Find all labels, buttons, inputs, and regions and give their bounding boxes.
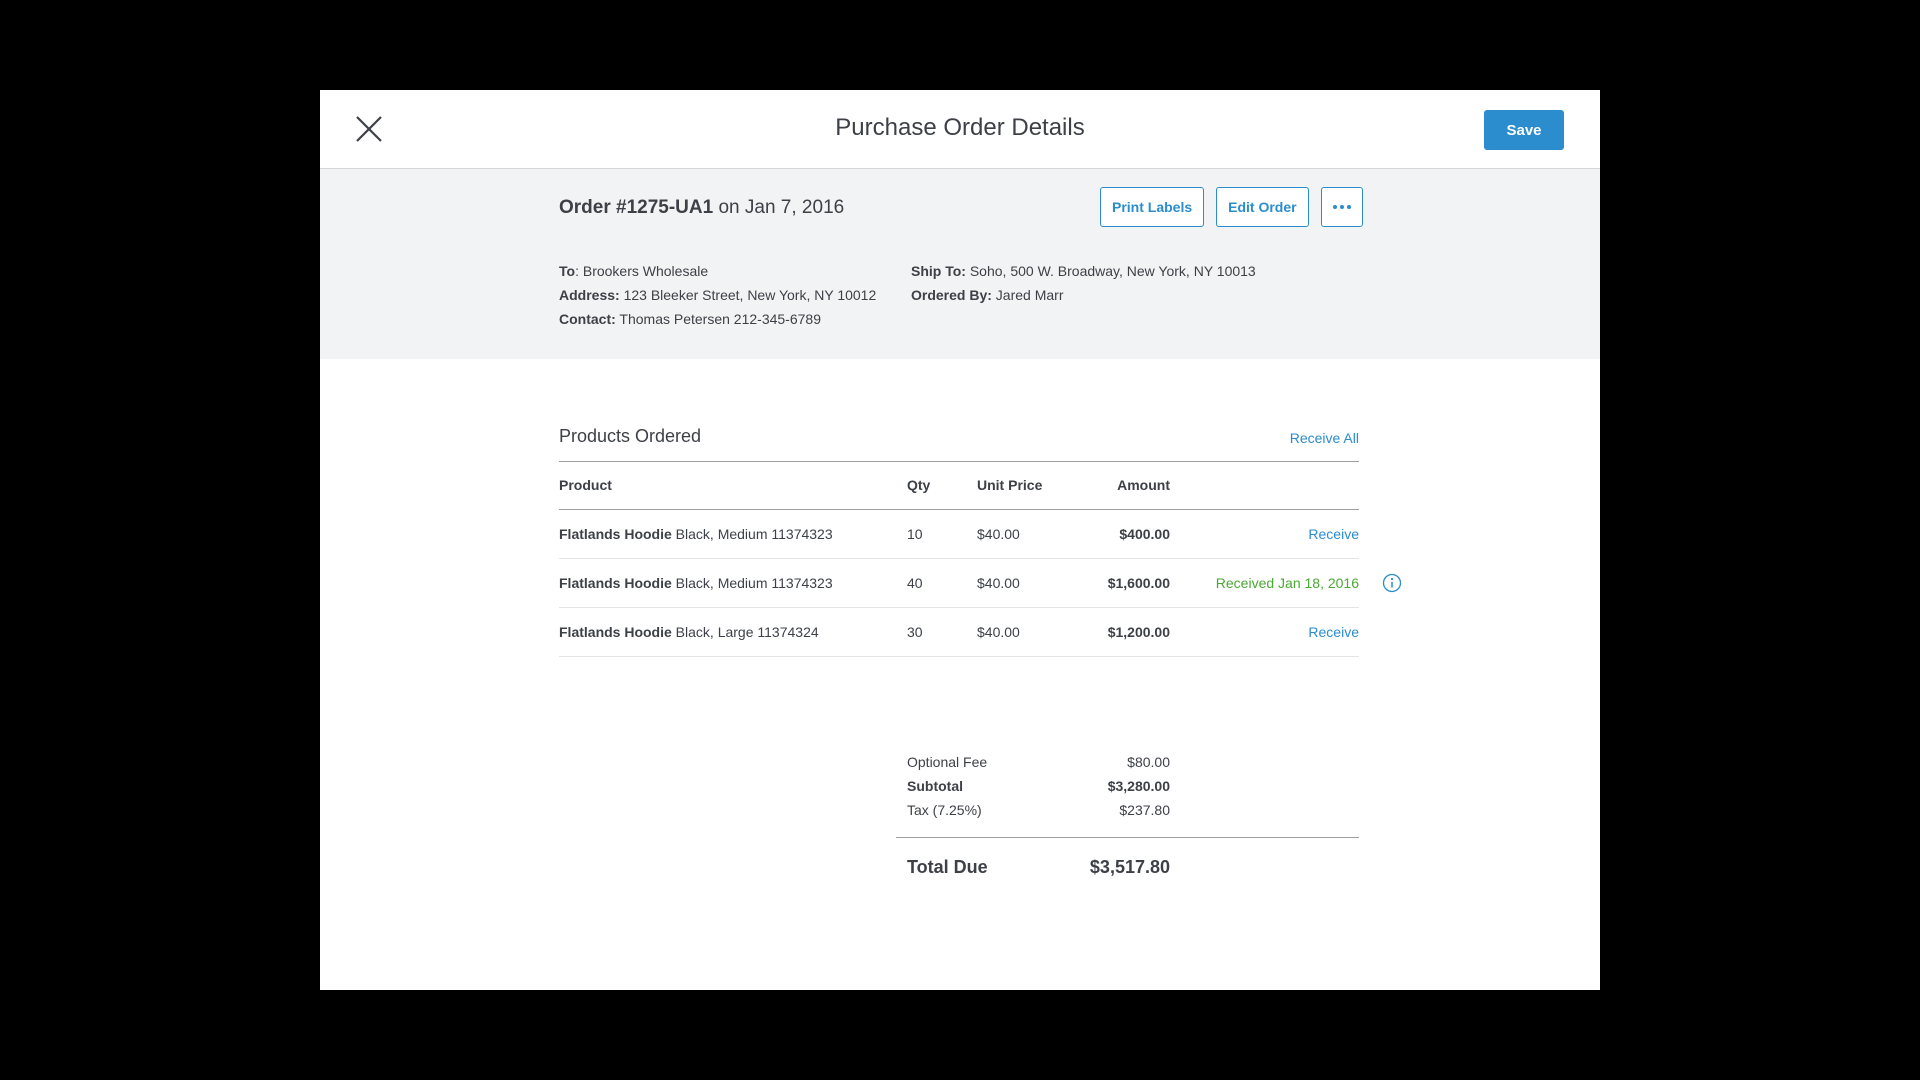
qty-cell: 10	[907, 526, 923, 542]
products-ordered-section: Products Ordered Receive All Product Qty…	[559, 418, 1402, 657]
receive-all-link[interactable]: Receive All	[1290, 430, 1359, 446]
print-labels-button[interactable]: Print Labels	[1100, 187, 1205, 227]
close-button[interactable]	[352, 112, 386, 146]
purchase-order-modal: Purchase Order Details Save Order #1275-…	[320, 90, 1600, 990]
table-row: Flatlands Hoodie Black, Medium 11374323 …	[559, 510, 1359, 559]
shipping-details: Ship To: Soho, 500 W. Broadway, New York…	[911, 259, 1256, 307]
page-title: Purchase Order Details	[835, 114, 1085, 141]
detail-to: To: Brookers Wholesale	[559, 263, 709, 279]
optional-fee-line: Optional Fee $80.00	[907, 754, 1170, 770]
table-row: Flatlands Hoodie Black, Large 11374324 3…	[559, 608, 1359, 657]
subtotal-line: Subtotal $3,280.00	[907, 778, 1170, 794]
column-header-product: Product	[559, 477, 612, 493]
save-button[interactable]: Save	[1484, 110, 1564, 150]
close-icon	[356, 116, 382, 142]
order-number: Order #1275-UA1	[559, 197, 714, 218]
amount-cell: $1,200.00	[1107, 624, 1170, 640]
received-status: Received Jan 18, 2016	[1215, 575, 1359, 591]
order-info-panel: Order #1275-UA1 on Jan 7, 2016 Print Lab…	[320, 169, 1600, 359]
product-cell: Flatlands Hoodie Black, Medium 11374323	[559, 575, 833, 591]
receive-link[interactable]: Receive	[1308, 526, 1359, 542]
product-cell: Flatlands Hoodie Black, Medium 11374323	[559, 526, 833, 542]
order-heading: Order #1275-UA1 on Jan 7, 2016	[559, 197, 844, 219]
tax-line: Tax (7.25%) $237.80	[907, 802, 1170, 818]
table-header-row: Product Qty Unit Price Amount	[559, 462, 1359, 510]
section-title: Products Ordered	[559, 426, 702, 446]
vendor-details: To: Brookers Wholesale Address: 123 Blee…	[559, 259, 876, 331]
product-cell: Flatlands Hoodie Black, Large 11374324	[559, 624, 819, 640]
more-horizontal-icon	[1331, 205, 1352, 209]
products-header: Products Ordered Receive All	[559, 418, 1359, 462]
detail-address: Address: 123 Bleeker Street, New York, N…	[559, 287, 877, 303]
detail-ordered-by: Ordered By: Jared Marr	[911, 287, 1064, 303]
qty-cell: 40	[907, 575, 923, 591]
amount-cell: $1,600.00	[1107, 575, 1170, 591]
column-header-qty: Qty	[907, 477, 931, 493]
order-actions: Print Labels Edit Order	[1100, 187, 1363, 227]
detail-contact: Contact: Thomas Petersen 212-345-6789	[559, 311, 821, 327]
edit-order-button[interactable]: Edit Order	[1216, 187, 1309, 227]
unit-price-cell: $40.00	[977, 624, 1020, 640]
unit-price-cell: $40.00	[977, 526, 1020, 542]
order-totals: Optional Fee $80.00 Subtotal $3,280.00 T…	[559, 750, 1359, 890]
column-header-amount: Amount	[1117, 477, 1170, 493]
unit-price-cell: $40.00	[977, 575, 1020, 591]
column-header-unit-price: Unit Price	[977, 477, 1043, 493]
more-options-button[interactable]	[1320, 187, 1363, 227]
qty-cell: 30	[907, 624, 923, 640]
table-row: Flatlands Hoodie Black, Medium 11374323 …	[559, 559, 1402, 608]
totals-divider	[896, 837, 1359, 838]
detail-ship-to: Ship To: Soho, 500 W. Broadway, New York…	[911, 263, 1256, 279]
info-button[interactable]	[1382, 573, 1402, 593]
amount-cell: $400.00	[1119, 526, 1170, 542]
info-icon	[1382, 573, 1402, 593]
order-date: on Jan 7, 2016	[713, 197, 845, 218]
receive-link[interactable]: Receive	[1308, 624, 1359, 640]
modal-header: Purchase Order Details Save	[320, 90, 1600, 169]
